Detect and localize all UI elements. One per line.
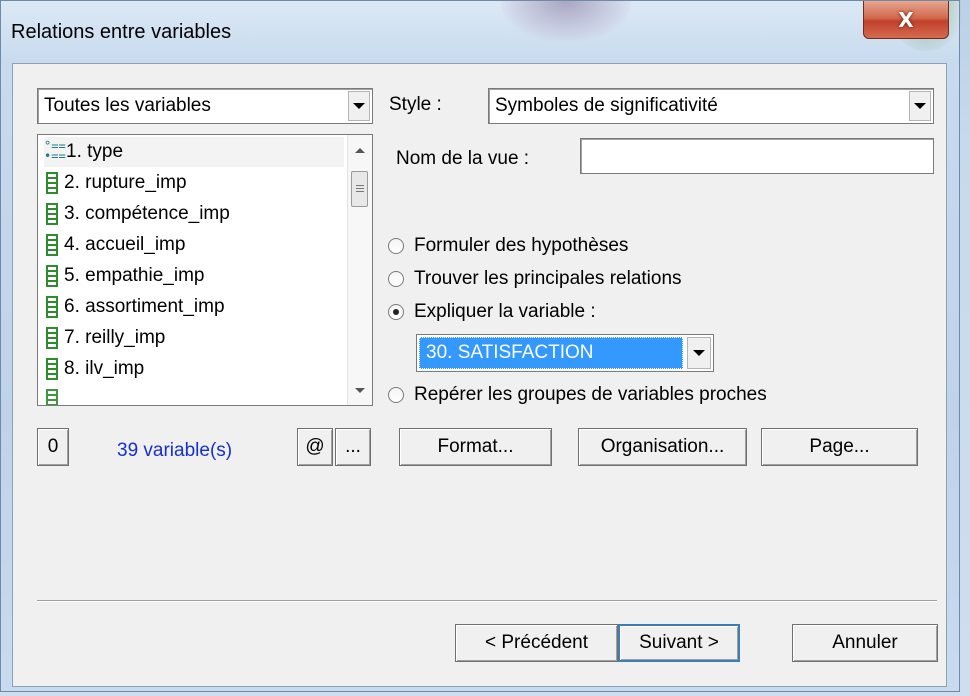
next-button[interactable]: Suivant >: [618, 624, 740, 662]
list-item-label: 3. compétence_imp: [64, 203, 230, 224]
previous-button[interactable]: < Précédent: [455, 624, 618, 662]
list-item[interactable]: 5. empathie_imp: [44, 261, 204, 291]
numeric-icon: [46, 234, 58, 256]
numeric-icon: [46, 389, 58, 405]
style-label: Style :: [389, 94, 442, 115]
close-icon: X: [898, 7, 914, 32]
radio-button[interactable]: [388, 271, 404, 287]
list-item-label: 2. rupture_imp: [64, 172, 187, 193]
list-item[interactable]: 4. accueil_imp: [44, 230, 185, 260]
list-item-label: 7. reilly_imp: [64, 327, 166, 348]
list-item-label: 1. type: [66, 141, 124, 162]
format-button[interactable]: Format...: [399, 428, 552, 466]
radio-button[interactable]: [388, 304, 404, 320]
radio-button[interactable]: [388, 238, 404, 254]
radio-button[interactable]: [388, 387, 404, 403]
style-value: Symboles de significativité: [495, 95, 718, 116]
numeric-icon: [46, 358, 58, 380]
chevron-down-icon[interactable]: [909, 91, 931, 121]
background-decoration: [501, 1, 631, 41]
cancel-button[interactable]: Annuler: [792, 624, 938, 662]
organisation-button[interactable]: Organisation...: [578, 428, 747, 466]
explained-variable-value: 30. SATISFACTION: [419, 337, 683, 369]
variable-filter-select[interactable]: Toutes les variables: [37, 88, 373, 124]
list-item-label: 4. accueil_imp: [64, 234, 186, 255]
scroll-thumb[interactable]: [351, 171, 368, 207]
list-item[interactable]: 8. ilv_imp: [44, 354, 144, 384]
numeric-icon: [46, 327, 58, 349]
list-item[interactable]: 6. assortiment_imp: [44, 292, 225, 322]
option-label: Expliquer la variable :: [414, 301, 596, 322]
chevron-down-icon[interactable]: [687, 337, 711, 369]
dialog-content: Toutes les variables °== •== 1. type 2. r…: [12, 63, 947, 687]
list-item-label: 5. empathie_imp: [64, 265, 205, 286]
option-label: Formuler des hypothèses: [414, 235, 629, 256]
window-title: Relations entre variables: [11, 21, 232, 43]
view-name-input[interactable]: [580, 138, 934, 174]
categorical-icon: °== •==: [44, 139, 66, 163]
option-label: Repérer les groupes de variables proches: [414, 384, 767, 405]
title-bar: Relations entre variables X: [1, 1, 961, 63]
divider: [37, 600, 937, 602]
option-hypotheses[interactable]: Formuler des hypothèses: [388, 235, 628, 257]
numeric-icon: [46, 265, 58, 287]
list-item[interactable]: 7. reilly_imp: [44, 323, 165, 353]
style-select[interactable]: Symboles de significativité: [488, 88, 934, 124]
scroll-up-icon[interactable]: [348, 139, 372, 161]
list-item[interactable]: [44, 385, 64, 405]
option-main-relations[interactable]: Trouver les principales relations: [388, 268, 682, 290]
list-item[interactable]: 2. rupture_imp: [44, 168, 187, 198]
explained-variable-select[interactable]: 30. SATISFACTION: [416, 334, 714, 372]
list-item-label: 8. ilv_imp: [64, 358, 145, 379]
list-item[interactable]: °== •== 1. type: [44, 137, 344, 167]
zero-button[interactable]: 0: [37, 428, 69, 466]
variable-filter-value: Toutes les variables: [44, 95, 211, 116]
at-button[interactable]: @: [297, 428, 333, 466]
numeric-icon: [46, 296, 58, 318]
option-label: Trouver les principales relations: [414, 268, 682, 289]
option-explain-variable[interactable]: Expliquer la variable :: [388, 301, 596, 323]
page-button[interactable]: Page...: [761, 428, 918, 466]
dialog-window: Relations entre variables X Toutes les v…: [0, 0, 961, 692]
close-button[interactable]: X: [863, 1, 949, 39]
option-variable-groups[interactable]: Repérer les groupes de variables proches: [388, 384, 767, 406]
list-item[interactable]: 3. compétence_imp: [44, 199, 230, 229]
scroll-down-icon[interactable]: [348, 379, 372, 401]
variable-list[interactable]: °== •== 1. type 2. rupture_imp 3. compéte…: [37, 134, 373, 406]
view-name-label: Nom de la vue :: [396, 148, 530, 169]
variable-count: 39 variable(s): [117, 440, 233, 461]
numeric-icon: [46, 172, 58, 194]
list-scrollbar[interactable]: [347, 135, 372, 405]
list-item-label: 6. assortiment_imp: [64, 296, 225, 317]
numeric-icon: [46, 203, 58, 225]
chevron-down-icon[interactable]: [348, 91, 370, 121]
more-button[interactable]: ...: [335, 428, 371, 466]
